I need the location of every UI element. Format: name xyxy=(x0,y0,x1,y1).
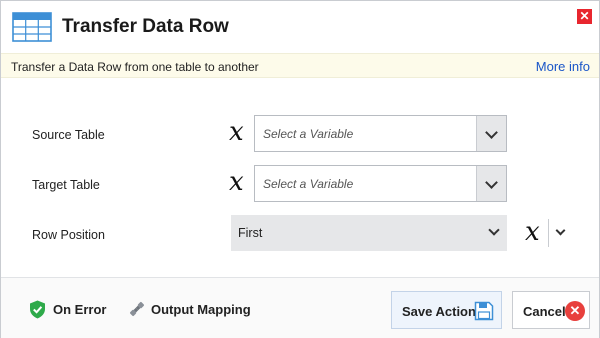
target-table-placeholder: Select a Variable xyxy=(263,177,354,191)
target-dropdown-button[interactable] xyxy=(476,166,506,201)
row-position-label: Row Position xyxy=(32,228,105,242)
cancel-button[interactable]: Cancel ✕ xyxy=(512,291,590,329)
dialog-header: Transfer Data Row ✕ xyxy=(1,1,599,53)
variable-x-icon: x xyxy=(229,167,244,197)
floppy-disk-icon xyxy=(474,301,494,321)
close-icon[interactable]: ✕ xyxy=(577,9,592,24)
dialog-window: Transfer Data Row ✕ Transfer a Data Row … xyxy=(0,0,600,338)
dialog-footer: On Error Output Mapping Save Action Canc… xyxy=(1,277,599,338)
source-table-select[interactable]: Select a Variable xyxy=(254,115,507,152)
chevron-down-icon xyxy=(485,176,498,189)
table-icon xyxy=(12,12,52,42)
more-info-link[interactable]: More info xyxy=(536,59,590,74)
save-action-button[interactable]: Save Action xyxy=(391,291,502,329)
row-position-select[interactable]: First xyxy=(231,215,507,251)
shield-check-icon xyxy=(30,300,45,319)
dialog-title: Transfer Data Row xyxy=(62,16,229,37)
source-table-label: Source Table xyxy=(32,128,105,142)
chevron-down-icon xyxy=(485,126,498,139)
action-description: Transfer a Data Row from one table to an… xyxy=(11,60,259,74)
cancel-label: Cancel xyxy=(523,304,566,319)
close-circle-icon: ✕ xyxy=(565,301,585,321)
chevron-down-icon[interactable] xyxy=(555,225,566,236)
chevron-down-icon xyxy=(488,224,500,236)
variable-x-icon: x xyxy=(229,117,244,147)
target-table-label: Target Table xyxy=(32,178,100,192)
source-dropdown-button[interactable] xyxy=(476,116,506,151)
plug-icon xyxy=(129,301,145,317)
output-mapping-button[interactable]: Output Mapping xyxy=(151,302,251,317)
on-error-button[interactable]: On Error xyxy=(53,302,106,317)
divider xyxy=(548,219,549,247)
variable-x-icon[interactable]: x xyxy=(525,219,540,245)
source-table-placeholder: Select a Variable xyxy=(263,127,354,141)
row-position-value: First xyxy=(238,226,263,240)
info-bar: Transfer a Data Row from one table to an… xyxy=(1,53,599,78)
target-table-select[interactable]: Select a Variable xyxy=(254,165,507,202)
save-action-label: Save Action xyxy=(402,304,476,319)
